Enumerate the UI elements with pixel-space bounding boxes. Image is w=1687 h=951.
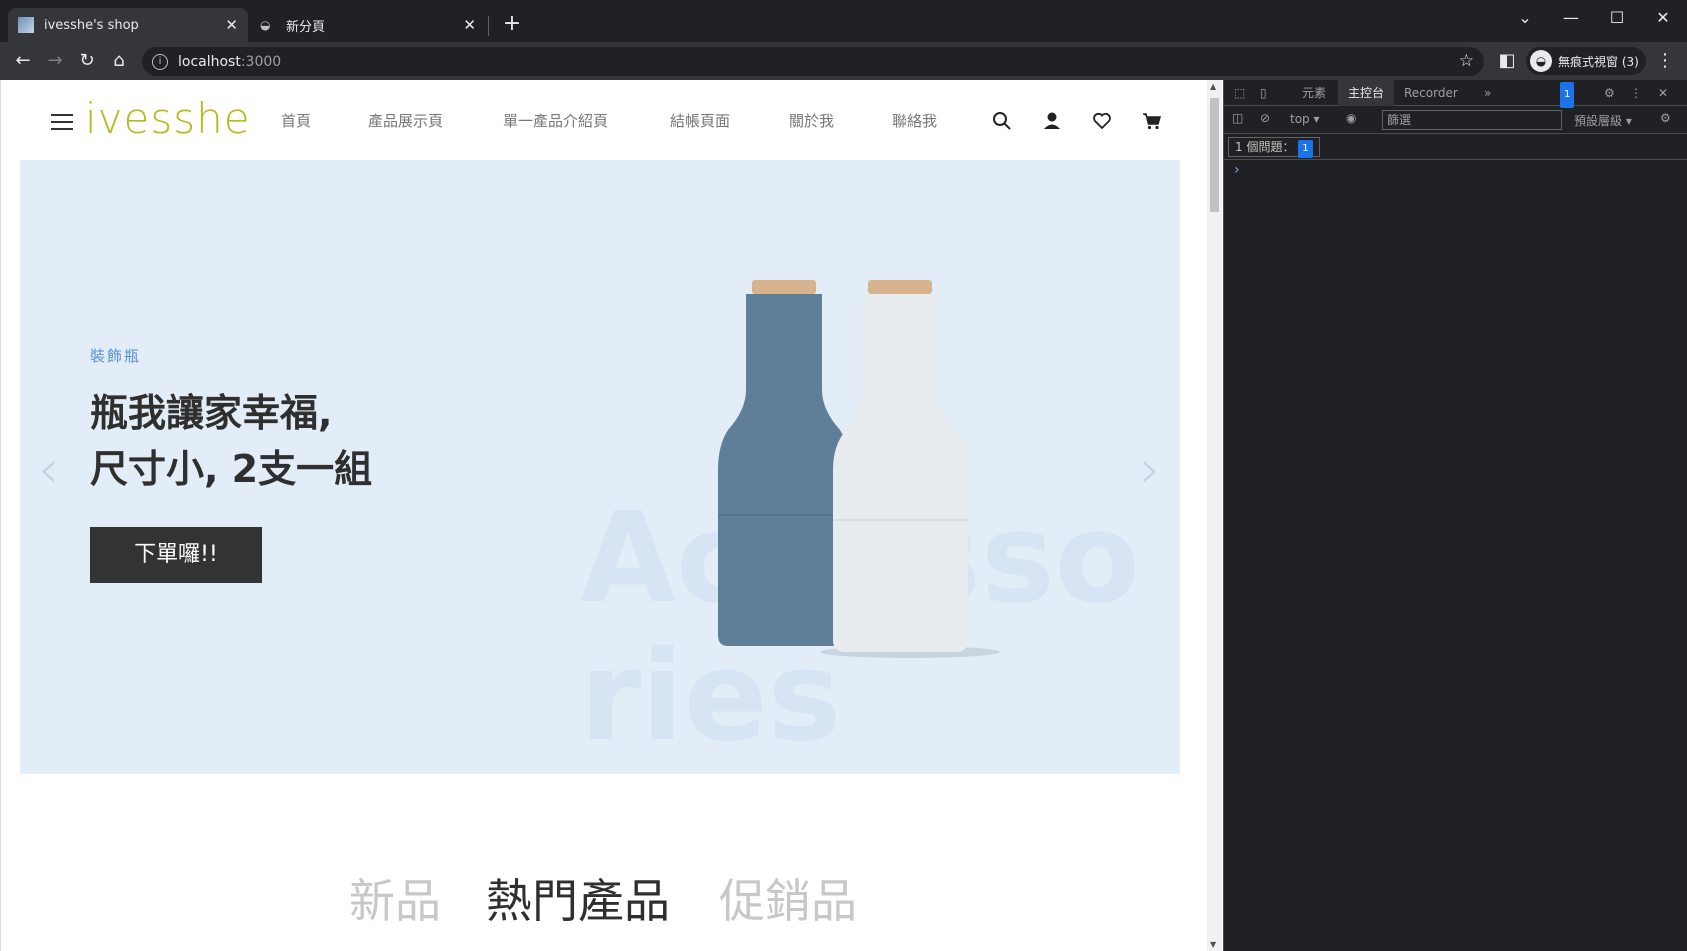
title-bar: ivesshe's shop ✕ ◒ 新分頁 ✕ + ⌄ — ☐ ✕ [0, 0, 1687, 42]
tab-recorder[interactable]: Recorder [1394, 80, 1468, 106]
site-favicon-icon [18, 17, 34, 33]
carousel-next-icon[interactable]: › [1140, 440, 1161, 500]
profile-label: 無痕式視窗 (3) [1558, 54, 1639, 69]
hero-banner: Accessories 裝飾瓶 瓶我讓家幸福, 尺寸小, 2支一組 下單囉!! … [20, 160, 1180, 774]
close-tab-icon[interactable]: ✕ [225, 16, 238, 34]
nav-about[interactable]: 關於我 [789, 110, 834, 131]
hamburger-menu-icon[interactable] [51, 114, 73, 130]
scroll-down-icon[interactable]: ▼ [1210, 940, 1216, 949]
issues-bar: 1 個問題： 1 [1224, 134, 1687, 160]
forward-icon[interactable]: → [42, 48, 68, 74]
incognito-icon: ◒ [260, 18, 271, 32]
console-settings-icon[interactable]: ⚙ [1660, 111, 1671, 125]
page-scrollbar[interactable]: ▲ ▼ [1207, 80, 1222, 951]
side-panel-icon[interactable]: ◧ [1494, 48, 1520, 74]
tab-console[interactable]: 主控台 [1338, 80, 1395, 106]
close-window-icon[interactable]: ✕ [1643, 6, 1683, 30]
tab-ivesshe-shop[interactable]: ivesshe's shop ✕ [8, 8, 248, 42]
tab-new-products[interactable]: 新品 [349, 865, 441, 931]
live-expression-eye-icon[interactable]: ◉ [1346, 111, 1356, 125]
reload-icon[interactable]: ↻ [74, 48, 100, 74]
scroll-thumb[interactable] [1210, 98, 1219, 212]
clear-console-icon[interactable]: ⊘ [1260, 111, 1270, 125]
close-devtools-icon[interactable]: ✕ [1648, 80, 1678, 106]
new-tab-button[interactable]: + [500, 12, 524, 36]
hero-title-line1: 瓶我讓家幸福, [90, 391, 333, 435]
nav-products[interactable]: 產品展示頁 [368, 110, 443, 131]
tab-divider [488, 16, 489, 36]
minimize-icon[interactable]: — [1551, 6, 1591, 30]
carousel-prev-icon[interactable]: ‹ [38, 440, 59, 500]
nav-product-detail[interactable]: 單一產品介紹頁 [503, 110, 608, 131]
device-toolbar-icon[interactable]: ▯ [1250, 80, 1277, 106]
issues-button[interactable]: 1 個問題： 1 [1228, 137, 1320, 158]
browser-menu-icon[interactable]: ⋮ [1652, 48, 1678, 74]
cart-icon[interactable] [1141, 110, 1163, 132]
site-header: ivesshe 首頁 產品展示頁 單一產品介紹頁 結帳頁面 關於我 聯絡我 [1, 80, 1207, 160]
bottles-image [718, 280, 1000, 658]
scroll-up-icon[interactable]: ▲ [1210, 82, 1216, 91]
incognito-icon: ◒ [1530, 50, 1552, 72]
url-port: :3000 [240, 53, 282, 70]
search-icon[interactable] [991, 110, 1013, 132]
nav-checkout[interactable]: 結帳頁面 [670, 110, 730, 131]
order-button[interactable]: 下單囉!! [90, 527, 262, 583]
maximize-icon[interactable]: ☐ [1597, 6, 1637, 30]
site-logo[interactable]: ivesshe [85, 94, 251, 143]
context-select[interactable]: top ▾ [1290, 112, 1320, 126]
heart-icon[interactable] [1091, 110, 1113, 132]
more-tabs-icon[interactable]: » [1474, 80, 1501, 106]
page-viewport: ivesshe 首頁 產品展示頁 單一產品介紹頁 結帳頁面 關於我 聯絡我 Ac… [0, 80, 1222, 951]
log-levels-select[interactable]: 預設層級 ▾ [1574, 112, 1632, 129]
nav-contact[interactable]: 聯絡我 [892, 110, 937, 131]
url-host: localhost [178, 53, 241, 70]
hero-title-line2: 尺寸小, 2支一組 [90, 447, 373, 491]
console-filter-input[interactable]: 篩選 [1382, 110, 1562, 130]
close-tab-icon[interactable]: ✕ [463, 16, 476, 34]
hero-category: 裝飾瓶 [90, 347, 142, 365]
user-icon[interactable] [1041, 110, 1063, 132]
browser-chrome: ivesshe's shop ✕ ◒ 新分頁 ✕ + ⌄ — ☐ ✕ ← → ↻… [0, 0, 1687, 80]
home-icon[interactable]: ⌂ [106, 48, 132, 74]
hero-title: 瓶我讓家幸福, 尺寸小, 2支一組 [90, 385, 372, 497]
tab-title: ivesshe's shop [44, 17, 139, 33]
tab-elements[interactable]: 元素 [1292, 80, 1336, 106]
tab-title: 新分頁 [286, 19, 326, 35]
tab-new-tab[interactable]: ◒ 新分頁 ✕ [250, 8, 486, 42]
browser-toolbar: ← → ↻ ⌂ i localhost:3000 ☆ ◧ ◒ 無痕式視窗 (3)… [0, 42, 1687, 80]
devtools-panel: ⬚ ▯ 元素 主控台 Recorder » 1 ⚙ ⋮ ✕ ◫ ⊘ top ▾ … [1223, 80, 1687, 951]
devtools-tabbar: ⬚ ▯ 元素 主控台 Recorder » 1 ⚙ ⋮ ✕ [1224, 80, 1687, 108]
console-prompt[interactable]: › [1234, 162, 1240, 178]
bookmark-star-icon[interactable]: ☆ [1459, 51, 1474, 71]
incognito-profile-button[interactable]: ◒ 無痕式視窗 (3) [1526, 47, 1646, 75]
back-icon[interactable]: ← [10, 48, 36, 74]
sidebar-toggle-icon[interactable]: ◫ [1232, 111, 1243, 125]
tab-hot-products[interactable]: 熱門產品 [486, 865, 670, 931]
tab-sale-products[interactable]: 促銷品 [719, 865, 857, 931]
console-toolbar: ◫ ⊘ top ▾ ◉ 篩選 預設層級 ▾ ⚙ [1224, 106, 1687, 134]
tab-search-icon[interactable]: ⌄ [1505, 6, 1545, 30]
nav-home[interactable]: 首頁 [281, 110, 311, 131]
issues-badge[interactable]: 1 [1550, 80, 1584, 108]
site-info-icon[interactable]: i [152, 53, 168, 70]
address-bar[interactable]: i localhost:3000 ☆ [142, 47, 1484, 76]
